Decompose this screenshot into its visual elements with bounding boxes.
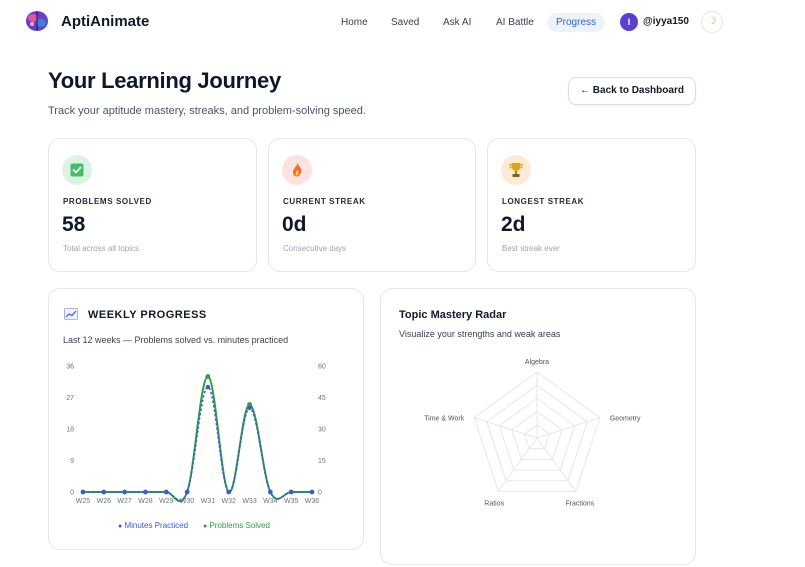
point-minutes: [309, 489, 315, 495]
radar-axis-label: Ratios: [484, 500, 504, 507]
brain-logo-icon[interactable]: [24, 9, 50, 33]
stat-desc: Best streak ever: [502, 244, 560, 253]
trophy-icon: [501, 155, 531, 185]
point-minutes: [143, 489, 148, 495]
legend-dot-icon: ●: [118, 523, 123, 530]
page-title: Your Learning Journey: [48, 68, 281, 93]
stat-value: 58: [62, 213, 86, 236]
radar-subtitle: Visualize your strengths and weak areas: [399, 329, 561, 339]
x-tick: W26: [97, 498, 112, 505]
y-left-tick: 18: [66, 427, 74, 434]
point-minutes: [184, 489, 190, 495]
series-minutes-line: [83, 386, 312, 502]
y-left-tick: 0: [70, 490, 74, 497]
theme-toggle-moon-icon[interactable]: ☽: [701, 11, 723, 33]
point-minutes: [288, 489, 294, 495]
radar-axis-label: Fractions: [565, 500, 594, 507]
y-right-tick: 0: [318, 490, 322, 497]
stat-value: 2d: [501, 213, 526, 236]
weekly-line-chart: 09182736015304560W25 W26 W27 W28 W29 W30 W31 W3…: [66, 364, 326, 506]
stat-card-longest-streak: LONGEST STREAK 2d Best streak ever: [487, 138, 696, 272]
nav-ask-ai[interactable]: Ask AI: [443, 17, 471, 28]
stat-card-current-streak: CURRENT STREAK 0d Consecutive days: [268, 138, 476, 272]
nav-progress[interactable]: Progress: [547, 13, 605, 32]
y-left-tick: 36: [66, 364, 74, 371]
stat-label: CURRENT STREAK: [283, 197, 366, 206]
point-minutes: [122, 489, 127, 495]
radar-axis-label: Algebra: [525, 359, 549, 366]
point-minutes: [247, 405, 252, 411]
point-minutes: [268, 489, 273, 495]
legend-minutes-label: Minutes Practiced: [124, 521, 189, 530]
y-right-tick: 45: [318, 395, 326, 402]
stat-label: LONGEST STREAK: [502, 197, 585, 206]
x-tick: W35: [284, 498, 299, 505]
y-right-tick: 15: [318, 458, 326, 465]
point-problems: [205, 374, 211, 379]
legend-minutes[interactable]: ● Minutes Practiced: [118, 521, 188, 530]
legend-problems[interactable]: ● Problems Solved: [203, 521, 270, 530]
x-tick: W29: [159, 498, 174, 505]
x-tick: W25: [76, 498, 91, 505]
x-tick: W36: [305, 498, 320, 505]
y-right-tick: 30: [318, 427, 326, 434]
x-tick: W32: [222, 498, 237, 505]
x-tick: W27: [117, 498, 131, 505]
legend-problems-label: Problems Solved: [209, 521, 270, 530]
series-problems-line: [83, 375, 312, 503]
legend-dot-icon: ●: [203, 523, 208, 530]
x-tick: W28: [138, 498, 153, 505]
username[interactable]: @iyya150: [643, 16, 689, 27]
nav-saved[interactable]: Saved: [391, 17, 419, 28]
chart-increasing-icon: [64, 308, 78, 323]
topic-radar-chart: Algebra Geometry Fractions Ratios Time & Wor…: [424, 359, 641, 507]
stat-desc: Total across all topics: [63, 244, 140, 253]
stat-desc: Consecutive days: [283, 244, 347, 253]
nav-home[interactable]: Home: [341, 17, 368, 28]
check-icon: [62, 155, 92, 185]
radar-title: Topic Mastery Radar: [399, 309, 507, 321]
point-minutes: [80, 489, 86, 495]
y-right-tick: 60: [318, 364, 326, 371]
point-minutes: [101, 489, 107, 495]
y-left-tick: 27: [66, 395, 74, 402]
y-left-tick: 9: [70, 458, 74, 465]
fire-icon: [282, 155, 312, 185]
page-subtitle: Track your aptitude mastery, streaks, an…: [48, 105, 366, 117]
brand-name[interactable]: AptiAnimate: [61, 13, 149, 30]
stat-value: 0d: [282, 213, 307, 236]
avatar[interactable]: I: [620, 13, 638, 31]
weekly-progress-title: WEEKLY PROGRESS: [88, 309, 207, 321]
point-minutes: [205, 384, 211, 390]
x-tick: W33: [242, 498, 257, 505]
back-to-dashboard-button[interactable]: ← Back to Dashboard: [568, 77, 696, 105]
top-nav: AptiAnimate Home Saved Ask AI AI Battle …: [0, 0, 805, 44]
point-minutes: [164, 489, 169, 495]
radar-axis-label: Geometry: [610, 416, 641, 423]
radar-axis-label: Time & Work: [424, 416, 465, 423]
weekly-progress-subtitle: Last 12 weeks — Problems solved vs. minu…: [63, 335, 289, 345]
stat-label: PROBLEMS SOLVED: [63, 197, 152, 206]
x-tick: W31: [201, 498, 216, 505]
stat-card-problems-solved: PROBLEMS SOLVED 58 Total across all topi…: [48, 138, 257, 272]
point-minutes: [226, 489, 231, 495]
nav-ai-battle[interactable]: AI Battle: [496, 17, 534, 28]
